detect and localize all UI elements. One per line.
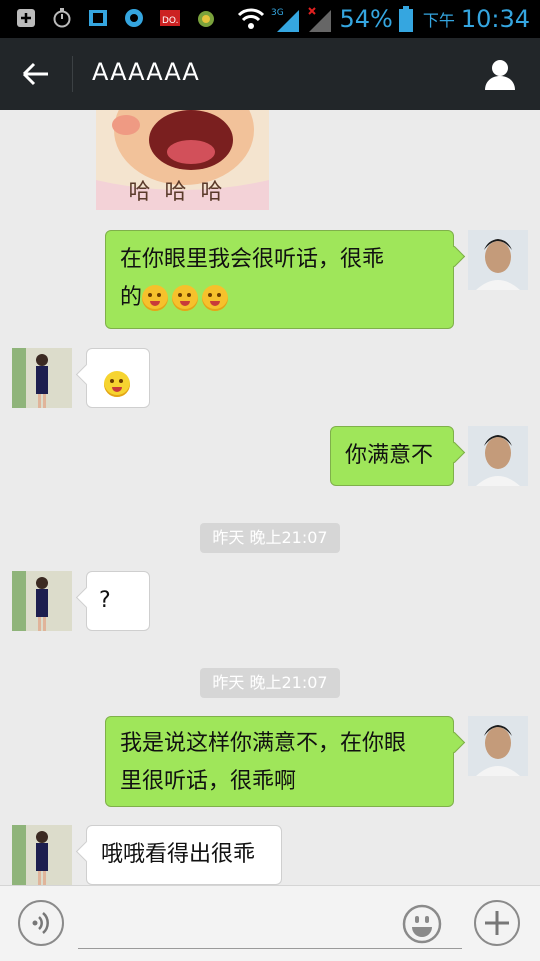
- signal-no-service-icon: [308, 7, 332, 32]
- arrow-left-icon[interactable]: [20, 58, 52, 90]
- user-icon[interactable]: [482, 56, 518, 92]
- svg-text:DO.: DO.: [162, 16, 179, 26]
- voice-button[interactable]: [18, 900, 64, 946]
- avatar-self[interactable]: [468, 716, 528, 776]
- sticker-caption: 哈哈哈: [128, 180, 237, 205]
- message-text: 哦哦看得出很乖: [101, 842, 256, 867]
- input-bar: [0, 885, 540, 961]
- add-box-icon: [17, 9, 35, 27]
- smiley-icon[interactable]: [402, 904, 442, 944]
- avatar-contact[interactable]: [12, 348, 72, 408]
- avatar-contact-photo: [12, 825, 72, 885]
- timestamp: 昨天 晚上21:07: [200, 668, 340, 698]
- browser-icon: [125, 9, 143, 27]
- chat-header: AAAAAA: [0, 38, 540, 110]
- battery-icon: [398, 6, 413, 32]
- header-divider: [72, 56, 73, 92]
- avatar-self-photo: [468, 230, 528, 290]
- plus-icon: [485, 911, 509, 935]
- timer-icon: [53, 8, 71, 28]
- smile-emoji-icon: [104, 371, 130, 397]
- avatar-contact-photo: [12, 571, 72, 631]
- message-bubble-incoming[interactable]: ?: [86, 571, 150, 631]
- more-options-button[interactable]: [474, 900, 520, 946]
- avatar-contact-photo: [12, 348, 72, 408]
- avatar-contact[interactable]: [12, 825, 72, 885]
- message-text: 在你眼里我会很听话，很乖: [120, 247, 385, 272]
- signal-3g-icon: 3G: [271, 8, 300, 32]
- avatar-self-photo: [468, 716, 528, 776]
- time-period: 下午: [422, 11, 455, 30]
- message-text: 你满意不: [345, 443, 434, 468]
- message-bubble-outgoing[interactable]: 我是说这样你满意不，在你眼 里很听话，很乖啊: [105, 716, 454, 807]
- message-line-2: 的: [120, 279, 439, 317]
- wifi-icon: [238, 8, 265, 29]
- status-bar: DO. 3G 54% 下午 10:34: [0, 0, 540, 38]
- sticker-image[interactable]: 哈哈哈: [96, 110, 269, 210]
- wink-tongue-emoji-icon: [172, 285, 199, 311]
- message-line-2: 里很听话，很乖啊: [120, 769, 297, 794]
- wink-tongue-emoji-icon: [142, 285, 169, 311]
- avatar-self-photo: [468, 426, 528, 486]
- message-text: ?: [99, 588, 111, 613]
- wink-tongue-emoji-icon: [202, 285, 229, 311]
- battery-percent: 54%: [339, 5, 393, 33]
- message-text: 我是说这样你满意不，在你眼: [120, 731, 407, 756]
- avatar-contact[interactable]: [12, 571, 72, 631]
- message-bubble-incoming[interactable]: 哦哦看得出很乖: [86, 825, 282, 885]
- clock: 10:34: [460, 5, 530, 33]
- svg-text:3G: 3G: [271, 8, 284, 18]
- chat-title: AAAAAA: [92, 58, 200, 86]
- app-do-icon: DO.: [160, 10, 180, 26]
- message-bubble-outgoing[interactable]: 在你眼里我会很听话，很乖 的: [105, 230, 454, 329]
- message-list[interactable]: 哈哈哈 在你眼里我会很听话，很乖 的 你满意不 昨天 晚上21:07 ? 昨天 …: [0, 110, 540, 885]
- film-icon: [89, 10, 107, 26]
- message-bubble-incoming[interactable]: [86, 348, 150, 408]
- timestamp: 昨天 晚上21:07: [200, 523, 340, 553]
- money-bag-icon: [198, 11, 214, 27]
- avatar-self[interactable]: [468, 230, 528, 290]
- avatar-self[interactable]: [468, 426, 528, 486]
- voice-icon: [32, 912, 49, 934]
- message-bubble-outgoing[interactable]: 你满意不: [330, 426, 454, 486]
